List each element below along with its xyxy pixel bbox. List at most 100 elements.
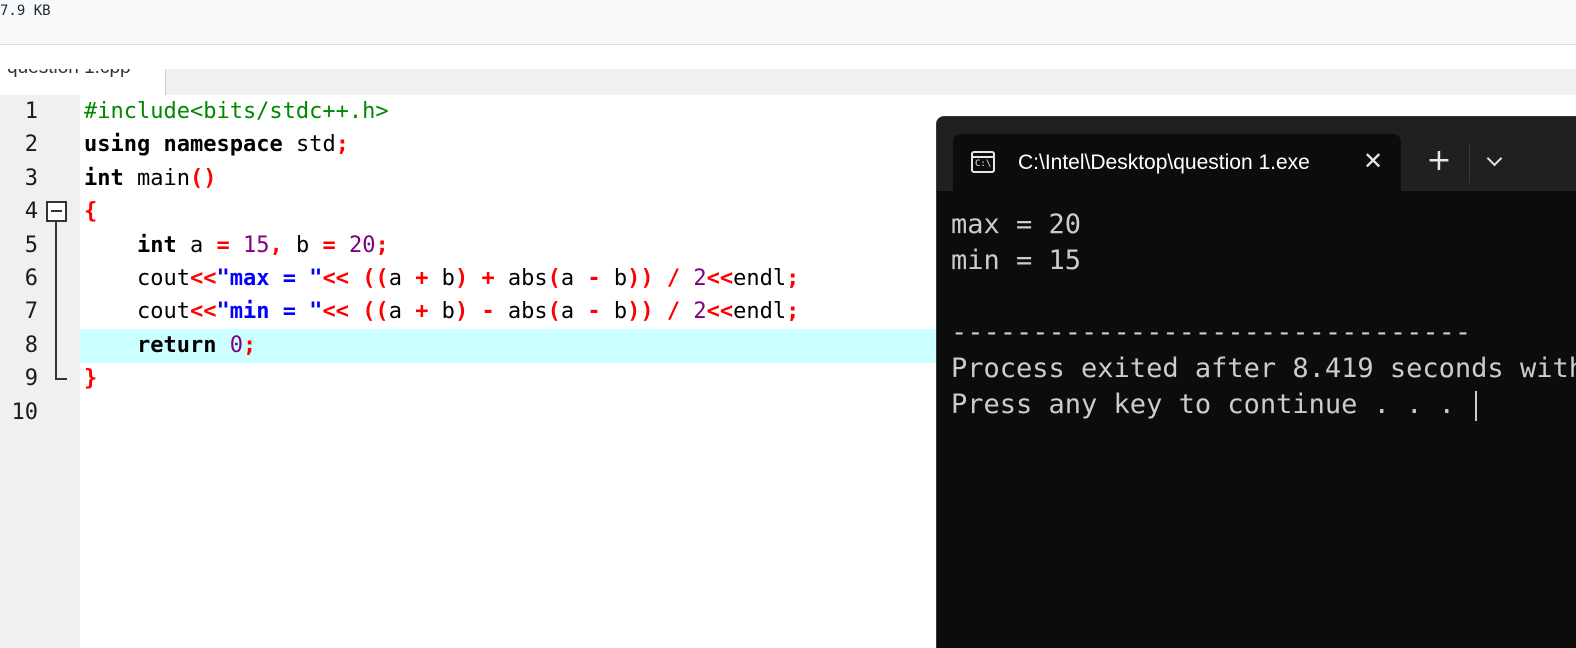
code-token: b [428,299,455,325]
fold-range-end [55,378,67,380]
terminal-output-text: min = 15 [951,245,1082,276]
line-number: 6 [24,266,38,291]
editor-tab-question-1[interactable]: question 1.cpp [0,69,166,95]
terminal-output-line: Process exited after 8.419 seconds with … [951,351,1576,387]
code-line[interactable]: using namespace std; [84,128,349,161]
code-token: { [84,199,98,225]
file-size-label: 7.9 KB [0,3,51,19]
code-token: = [216,232,230,258]
code-token: )) [627,299,654,325]
chevron-down-icon[interactable] [1479,147,1511,179]
code-token: "min = " [216,299,323,325]
console-icon: C:\ [971,151,995,173]
code-token: 0 [229,332,243,358]
code-token: b [600,266,628,291]
code-token: ( [547,266,561,291]
line-number: 10 [11,399,39,425]
terminal-tab[interactable]: C:\ C:\Intel\Desktop\question 1.exe ✕ [953,134,1401,191]
code-token: ; [242,332,257,358]
code-token: b [428,266,455,291]
code-line[interactable]: #include<bits/stdc++.h> [84,95,389,128]
line-number: 9 [24,366,38,392]
code-token: << [706,266,734,291]
new-tab-button[interactable]: + [1421,143,1457,179]
code-token: ; [786,266,800,291]
code-token: , [269,232,283,258]
terminal-output-line: min = 15 [951,243,1576,279]
code-token: a [388,266,416,291]
code-token: using [84,132,151,158]
code-line[interactable]: int main() [84,162,216,195]
code-token: namespace [163,132,283,158]
code-token: + [481,266,495,291]
terminal-output-text: max = 20 [951,209,1082,240]
code-token: / [666,299,681,325]
terminal-window[interactable]: C:\ C:\Intel\Desktop\question 1.exe ✕ + … [936,116,1576,648]
code-token: + [415,299,429,325]
terminal-output-text: Process exited after 8.419 seconds with … [951,353,1576,384]
code-token: = [322,232,336,258]
line-number: 2 [24,132,38,158]
code-token: main [123,165,190,191]
code-token: / [666,266,681,291]
code-token: - [481,299,495,325]
code-token: << [706,299,734,325]
code-token: "max = " [216,266,323,291]
code-token: () [189,165,217,191]
terminal-titlebar: C:\ C:\Intel\Desktop\question 1.exe ✕ + [937,117,1576,191]
code-token: std [282,132,336,158]
code-token: << [189,266,217,291]
code-token: 20 [348,232,376,258]
code-line[interactable]: int a = 15, b = 20; [84,229,389,262]
code-token: (( [362,266,389,291]
code-line[interactable]: cout<<"max = "<< ((a + b) + abs(a - b)) … [84,262,799,295]
terminal-output: max = 20 min = 15 ------------------------… [951,207,1576,423]
line-number: 3 [24,165,38,191]
code-token: a [560,266,588,291]
code-token: return [136,332,217,358]
close-tab-button[interactable]: ✕ [1358,146,1388,176]
terminal-output-text: Press any key to continue . . . [951,389,1472,420]
file-info-bar: 7.9 KB [0,0,1576,45]
line-number: 8 [24,332,38,358]
code-token: int [136,232,177,258]
code-token: abs [494,266,548,291]
code-token: a [388,299,416,325]
code-token: 15 [242,232,270,258]
code-token: endl [733,299,787,325]
code-line[interactable]: { [84,195,97,228]
line-number: 1 [24,99,38,124]
code-line[interactable]: cout<<"min = "<< ((a + b) - abs(a - b)) … [84,295,799,328]
code-token: << [322,299,349,325]
code-token: ) [454,266,469,291]
terminal-output-line: Press any key to continue . . . [951,387,1576,423]
editor-tab-label: question 1.cpp [7,69,131,79]
code-token: + [415,266,429,291]
text-cursor [1475,390,1478,421]
code-token: abs [494,299,548,325]
code-token: - [587,266,601,291]
code-token: } [84,366,98,392]
code-line[interactable]: } [84,362,97,395]
code-token: cout [84,299,190,325]
code-token: << [189,299,217,325]
terminal-output-line: max = 20 [951,207,1576,243]
fold-collapse-icon[interactable] [46,201,67,222]
code-line[interactable]: return 0; [84,329,256,362]
terminal-output-text: -------------------------------- [951,317,1472,348]
code-token: 2 [693,299,707,325]
fold-range-line [55,222,57,380]
terminal-tab-title: C:\Intel\Desktop\question 1.exe [1018,151,1310,174]
code-token: (( [362,299,389,325]
